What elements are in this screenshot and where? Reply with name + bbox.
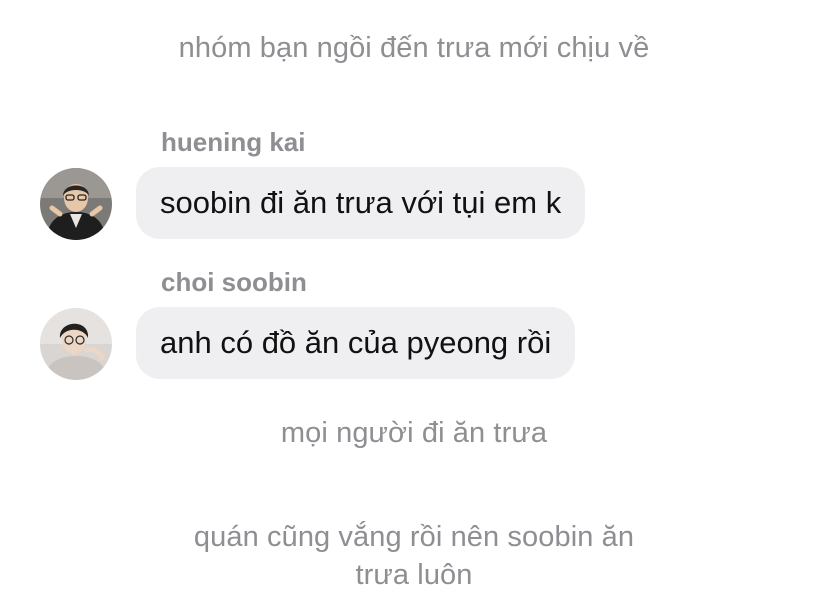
message-bubble[interactable]: anh có đồ ăn của pyeong rồi: [136, 307, 576, 379]
message-text: anh có đồ ăn của pyeong rồi: [160, 325, 552, 360]
message-bubble[interactable]: soobin đi ăn trưa với tụi em k: [136, 167, 586, 239]
sender-name: huening kai: [161, 127, 306, 157]
avatar[interactable]: [40, 168, 112, 240]
narration-bottom-line1: quán cũng vắng rồi nên soobin ăn: [193, 521, 635, 553]
message-text: soobin đi ăn trưa với tụi em k: [160, 185, 562, 220]
avatar[interactable]: [40, 308, 112, 380]
profile-photo-icon: [40, 308, 112, 380]
chat-screen: nhóm bạn ngồi đến trưa mới chịu về hueni…: [0, 0, 828, 601]
profile-photo-icon: [40, 168, 112, 240]
narration-bottom-line2: trưa luôn: [355, 559, 473, 591]
sender-name: choi soobin: [161, 267, 307, 297]
narration-middle: mọi người đi ăn trưa: [280, 417, 548, 449]
narration-top: nhóm bạn ngồi đến trưa mới chịu về: [178, 32, 650, 64]
